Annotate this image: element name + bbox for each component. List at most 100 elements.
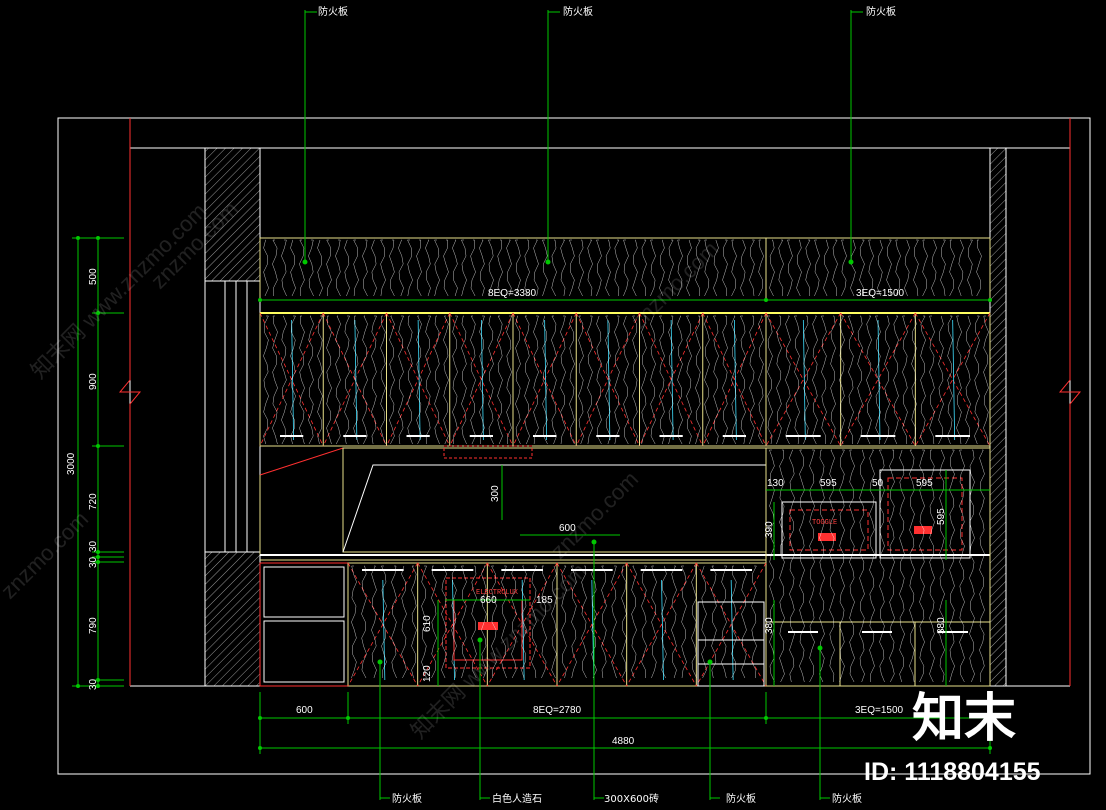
grain-line [632, 315, 638, 445]
dim-v-30b: 30 [88, 556, 99, 568]
grain-line [974, 315, 980, 445]
callout-bottom-1: 防火板 [392, 792, 422, 805]
door-reflection-line [382, 579, 386, 681]
grain-line [470, 239, 476, 297]
grain-line [889, 449, 895, 683]
dim-h-8eq: 8EQ=2780 [533, 705, 582, 716]
grain-line [605, 239, 611, 297]
grain-line [578, 239, 584, 297]
grain-line [281, 239, 287, 297]
grain-line [317, 315, 323, 445]
grain-line [731, 565, 737, 679]
door-reflection-line [952, 319, 956, 441]
grain-line [701, 565, 707, 679]
grain-line [362, 239, 368, 297]
grain-line [371, 565, 377, 679]
callout-top-3: 防火板 [866, 5, 896, 18]
cad-elevation-drawing: 防火板 防火板 防火板 防火板 白色人造石 300X600砖 防火板 防火板 3… [0, 5, 1091, 805]
dim-v-30a: 30 [88, 540, 99, 552]
dim-130: 130 [767, 478, 784, 489]
grain-line [677, 315, 683, 445]
leader-dot [302, 259, 308, 265]
dim-tick [76, 236, 80, 240]
grain-line [434, 239, 440, 297]
grain-line [805, 239, 811, 297]
door-reflection-line [661, 579, 664, 681]
grain-line [542, 239, 548, 297]
grain-line [614, 315, 620, 445]
dim-tick [258, 716, 262, 720]
grain-line [443, 315, 449, 445]
grain-line [434, 315, 440, 445]
grain-line [767, 315, 773, 445]
dim-tick [96, 236, 100, 240]
dim-tick [764, 716, 768, 720]
grain-line [272, 239, 278, 297]
grain-line [821, 315, 827, 445]
grain-line [524, 315, 530, 445]
grain-line [425, 239, 431, 297]
dim-tick [76, 684, 80, 688]
grain-line [909, 449, 915, 683]
grain-line [551, 315, 557, 445]
dim-tick [258, 746, 262, 750]
grain-line [812, 315, 818, 445]
grain-line [913, 239, 919, 297]
grain-line [931, 239, 937, 297]
grain-line [947, 315, 953, 445]
callouts-top: 防火板 防火板 防火板 [318, 5, 896, 18]
grain-line [614, 239, 620, 297]
wood-grain [263, 239, 989, 683]
grain-line [479, 239, 485, 297]
grain-line [533, 315, 539, 445]
grain-line [769, 239, 775, 297]
grain-line [911, 315, 917, 445]
dim-595c: 595 [936, 508, 947, 525]
grain-line [587, 315, 593, 445]
dim-380a: 380 [764, 617, 775, 634]
dim-v-720: 720 [88, 493, 99, 510]
leader-dot [848, 259, 854, 265]
grain-line [351, 565, 357, 679]
right-column [989, 147, 1007, 687]
dim-300: 300 [490, 485, 501, 502]
grain-line [949, 449, 955, 683]
grain-line [623, 315, 629, 445]
grain-line [893, 315, 899, 445]
grain-line [631, 565, 637, 679]
dim-h-3eq: 3EQ=1500 [855, 705, 904, 716]
grain-line [849, 449, 855, 683]
grain-line [389, 239, 395, 297]
grain-line [956, 315, 962, 445]
grain-line [789, 449, 795, 683]
watermark-3: znzmo.com [0, 506, 93, 603]
grain-line [671, 565, 677, 679]
grain-line [979, 449, 985, 683]
grain-line [899, 449, 905, 683]
grain-line [506, 315, 512, 445]
grain-line [651, 565, 657, 679]
grain-line [758, 239, 764, 297]
leader-dot [545, 259, 551, 265]
callouts-bottom: 防火板 白色人造石 300X600砖 防火板 防火板 [392, 792, 862, 805]
grain-line [976, 239, 982, 297]
grain-line [884, 315, 890, 445]
grain-line [823, 239, 829, 297]
grain-line [452, 315, 458, 445]
grain-line [695, 315, 701, 445]
grain-line [411, 565, 417, 679]
grain-line [922, 239, 928, 297]
grain-line [859, 449, 865, 683]
grain-line [263, 239, 269, 297]
grain-line [587, 239, 593, 297]
dim-v-total: 3000 [66, 452, 77, 475]
grain-line [904, 239, 910, 297]
grain-line [299, 315, 305, 445]
grain-line [967, 239, 973, 297]
grain-line [641, 565, 647, 679]
grain-line [704, 315, 710, 445]
image-id: ID: 1118804155 [864, 758, 1041, 786]
door-reflection-line [417, 319, 421, 441]
grain-line [965, 315, 971, 445]
grain-line [344, 315, 350, 445]
